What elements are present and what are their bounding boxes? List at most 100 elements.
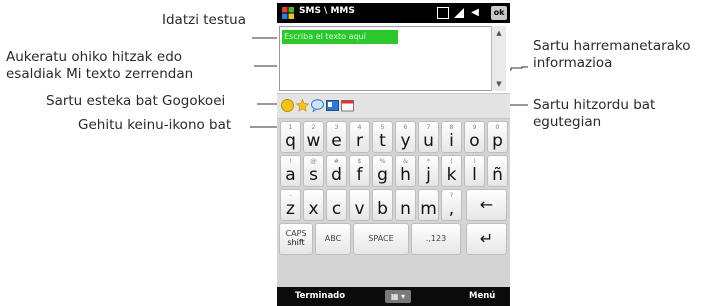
scroll-up-icon[interactable]: ▲ xyxy=(494,28,504,38)
key-3[interactable]: v xyxy=(349,189,370,221)
key-0[interactable]: ! a xyxy=(280,155,301,187)
key-8[interactable]: 9o xyxy=(464,121,485,153)
softkey-right-menu[interactable]: Menú xyxy=(469,291,495,301)
caps-label: CAPS xyxy=(285,229,307,238)
input-panel-icon[interactable]: ▦ ▾ xyxy=(385,290,411,303)
backspace-key[interactable]: ← xyxy=(466,189,507,221)
key-1[interactable]: @ s xyxy=(303,155,324,187)
shift-label: shift xyxy=(287,238,305,247)
message-scrollbar[interactable]: ▲ ▼ xyxy=(491,26,506,91)
key-number-hint: 0 xyxy=(495,123,500,131)
key-letter: n xyxy=(400,199,411,219)
key-letter: z xyxy=(286,199,295,219)
key-letter: e xyxy=(331,131,342,151)
message-text: Escriba el texto aquí xyxy=(282,30,398,44)
key-number-hint: ) xyxy=(473,157,476,165)
key-5[interactable]: 6y xyxy=(395,121,416,153)
backspace-icon: ← xyxy=(479,195,494,214)
key-number-hint: % xyxy=(379,157,386,165)
key-number-hint: - xyxy=(289,191,292,199)
key-5[interactable]: & h xyxy=(395,155,416,187)
key-letter: b xyxy=(377,199,388,219)
key-number-hint: 7 xyxy=(426,123,431,131)
caps-shift-key[interactable]: CAPS shift xyxy=(279,223,313,255)
key-letter: x xyxy=(308,199,319,219)
key-letter: ñ xyxy=(492,165,503,185)
key-number-hint: ( xyxy=(450,157,453,165)
favorite-link-icon[interactable] xyxy=(296,99,309,112)
abc-key[interactable]: ABC xyxy=(315,223,351,255)
key-7[interactable]: (k xyxy=(441,155,462,187)
key-letter: a xyxy=(285,165,296,185)
title-bar: SMS \ MMS ◀ ok xyxy=(277,3,510,23)
key-6[interactable]: m xyxy=(418,189,439,221)
key-9[interactable]: ñ xyxy=(487,155,508,187)
key-7[interactable]: 8i xyxy=(441,121,462,153)
key-number-hint: @ xyxy=(310,157,317,165)
key-letter: v xyxy=(354,199,365,219)
key-9[interactable]: 0p xyxy=(487,121,508,153)
key-1[interactable]: 2w xyxy=(303,121,324,153)
key-letter: y xyxy=(400,131,411,151)
key-number-hint: & xyxy=(402,157,409,165)
key-number-hint: * xyxy=(426,157,431,165)
key-3[interactable]: $ f xyxy=(349,155,370,187)
insert-toolbar xyxy=(277,93,510,119)
key-number-hint: 6 xyxy=(403,123,408,131)
key-1[interactable]: x xyxy=(303,189,324,221)
key-letter: h xyxy=(400,165,411,185)
key-5[interactable]: n xyxy=(395,189,416,221)
key-8[interactable]: ) l xyxy=(464,155,485,187)
calendar-appointment-icon[interactable] xyxy=(341,99,354,112)
scroll-down-icon[interactable]: ▼ xyxy=(494,79,504,89)
key-4[interactable]: % g xyxy=(372,155,393,187)
key-letter: , xyxy=(448,199,455,219)
key-2[interactable]: # d xyxy=(326,155,347,187)
key-4[interactable]: 5t xyxy=(372,121,393,153)
key-number-hint: 9 xyxy=(472,123,477,131)
message-text-field[interactable]: Escriba el texto aquí xyxy=(279,26,492,91)
my-text-phrases-icon[interactable] xyxy=(311,99,324,112)
key-6[interactable]: 7u xyxy=(418,121,439,153)
key-3[interactable]: 4r xyxy=(349,121,370,153)
windows-flag-icon[interactable] xyxy=(281,6,295,20)
space-key[interactable]: SPACE xyxy=(353,223,409,255)
key-2[interactable]: c xyxy=(326,189,347,221)
numbers-label: .,123 xyxy=(425,234,447,243)
key-number-hint: ! xyxy=(289,157,292,165)
space-label: SPACE xyxy=(368,234,394,243)
key-4[interactable]: b xyxy=(372,189,393,221)
key-letter: s xyxy=(309,165,318,185)
contact-card-icon[interactable] xyxy=(326,99,339,112)
soft-keyboard: 1q2w3e4r5t6y7u8i9o0p ! a @ s # d $ f% g & h * j(k) l ñ… xyxy=(277,119,510,287)
ok-button[interactable]: ok xyxy=(491,6,507,20)
key-letter: f xyxy=(356,165,363,185)
key-letter: o xyxy=(469,131,480,151)
window-icon xyxy=(437,7,449,19)
enter-icon: ↵ xyxy=(479,229,494,248)
key-6[interactable]: * j xyxy=(418,155,439,187)
numbers-key[interactable]: .,123 xyxy=(411,223,461,255)
key-7[interactable]: ?, xyxy=(441,189,462,221)
key-number-hint: 5 xyxy=(380,123,385,131)
key-number-hint: 3 xyxy=(334,123,339,131)
key-2[interactable]: 3e xyxy=(326,121,347,153)
key-number-hint: $ xyxy=(357,157,362,165)
key-letter: k xyxy=(446,165,457,185)
softkey-left-done[interactable]: Terminado xyxy=(295,291,345,301)
enter-key[interactable]: ↵ xyxy=(466,223,507,255)
emoticon-icon[interactable] xyxy=(281,99,294,112)
key-letter: m xyxy=(420,199,437,219)
key-letter: r xyxy=(356,131,363,151)
key-letter: l xyxy=(472,165,477,185)
key-letter: d xyxy=(331,165,342,185)
key-number-hint: 1 xyxy=(288,123,293,131)
key-number-hint: 2 xyxy=(311,123,316,131)
signal-strength-icon xyxy=(453,7,465,19)
key-letter: t xyxy=(379,131,386,151)
key-number-hint: ? xyxy=(449,191,454,199)
key-0[interactable]: -z xyxy=(280,189,301,221)
key-0[interactable]: 1q xyxy=(280,121,301,153)
speaker-icon: ◀ xyxy=(471,7,479,18)
key-number-hint: # xyxy=(333,157,340,165)
